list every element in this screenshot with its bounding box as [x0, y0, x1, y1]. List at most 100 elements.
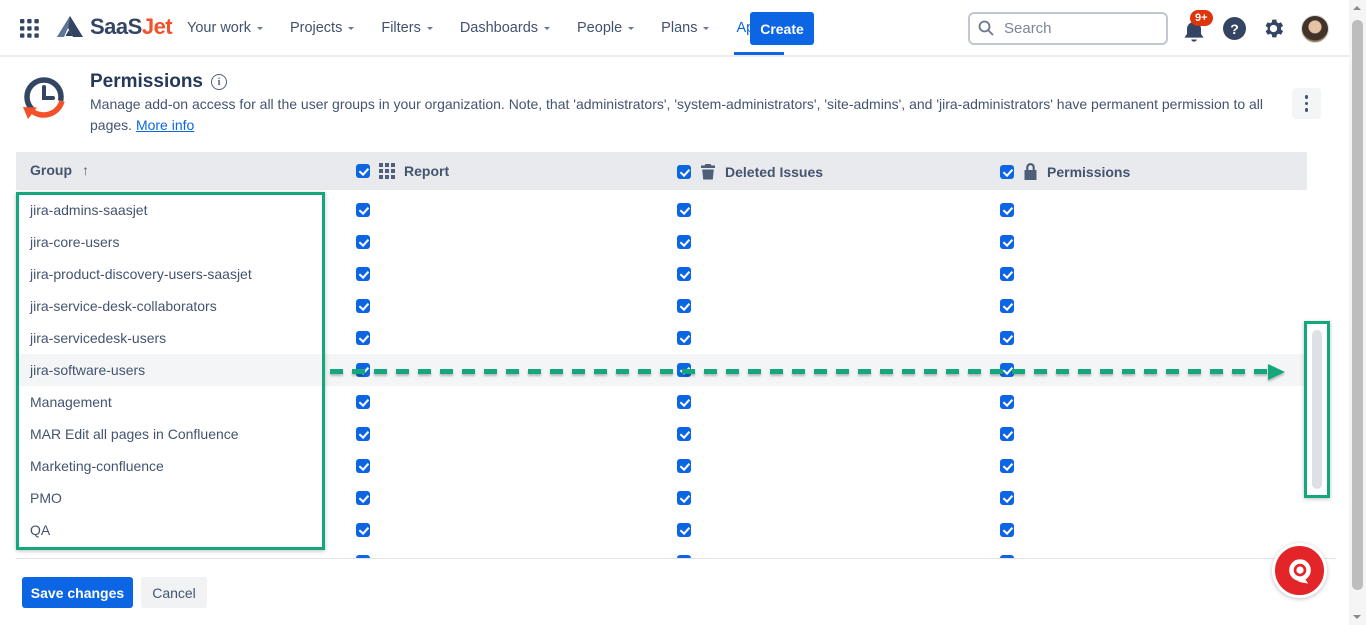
chat-widget-button[interactable] — [1272, 543, 1327, 598]
row-checkbox[interactable] — [677, 299, 691, 313]
inner-scrollbar-thumb[interactable] — [1312, 330, 1322, 489]
row-checkbox[interactable] — [677, 491, 691, 505]
table-body: jira-admins-saasjet jira-core-users jira-p… — [16, 190, 1307, 558]
chevron-down-icon — [257, 27, 263, 33]
nav-item-label: Projects — [290, 20, 342, 36]
column-label: Deleted Issues — [725, 164, 823, 180]
nav-item-filters[interactable]: Filters — [381, 0, 432, 55]
scroll-down-arrow-icon[interactable] — [1353, 615, 1361, 619]
nav-menu: Your work Projects Filters Dashboards People… — [187, 0, 782, 55]
table-row: PMO — [16, 482, 1307, 514]
row-checkbox[interactable] — [356, 235, 370, 249]
row-checkbox[interactable] — [1000, 427, 1014, 441]
column-header-deleted-issues: Deleted Issues — [677, 163, 823, 180]
row-checkbox[interactable] — [677, 267, 691, 281]
nav-item-your-work[interactable]: Your work — [187, 0, 263, 55]
info-icon[interactable]: i — [211, 74, 227, 90]
row-checkbox[interactable] — [677, 459, 691, 473]
app-switcher-icon[interactable] — [20, 19, 39, 38]
row-checkbox[interactable] — [1000, 395, 1014, 409]
row-checkbox[interactable] — [356, 203, 370, 217]
page-title: Permissions — [90, 71, 203, 93]
row-checkbox[interactable] — [356, 331, 370, 345]
create-button[interactable]: Create — [750, 12, 814, 45]
notification-badge: 9+ — [1190, 10, 1213, 26]
user-avatar[interactable] — [1301, 15, 1329, 43]
chevron-down-icon — [703, 27, 709, 33]
row-checkbox[interactable] — [356, 299, 370, 313]
column-checkbox-report[interactable] — [356, 164, 370, 178]
group-name: jira-core-users — [30, 234, 119, 250]
row-checkbox[interactable] — [677, 427, 691, 441]
description-text: Manage add-on access for all the user gr… — [90, 96, 1263, 133]
scrollbar-thumb[interactable] — [1352, 20, 1363, 590]
notifications-button[interactable]: 9+ — [1182, 14, 1208, 44]
group-column-header[interactable]: Group ↑ — [30, 162, 89, 178]
row-checkbox[interactable] — [356, 523, 370, 537]
row-checkbox[interactable] — [1000, 331, 1014, 345]
column-label: Report — [404, 163, 449, 179]
group-name: MAR Edit all pages in Confluence — [30, 426, 239, 442]
speech-bubble-icon — [1282, 553, 1318, 589]
row-checkbox[interactable] — [677, 523, 691, 537]
group-name: jira-product-discovery-users-saasjet — [30, 266, 252, 282]
kebab-dot — [1305, 95, 1309, 99]
row-checkbox[interactable] — [1000, 459, 1014, 473]
chevron-down-icon — [628, 27, 634, 33]
nav-item-people[interactable]: People — [577, 0, 634, 55]
group-name: jira-admins-saasjet — [30, 202, 147, 218]
row-checkbox[interactable] — [1000, 203, 1014, 217]
nav-item-label: Filters — [381, 20, 420, 36]
row-checkbox[interactable] — [1000, 267, 1014, 281]
page-description: Manage add-on access for all the user gr… — [90, 94, 1268, 136]
group-name: jira-servicedesk-users — [30, 330, 166, 346]
save-changes-button[interactable]: Save changes — [22, 577, 133, 608]
more-options-button[interactable] — [1292, 88, 1321, 119]
table-bottom-divider — [16, 558, 1336, 559]
row-checkbox[interactable] — [677, 203, 691, 217]
column-checkbox-deleted-issues[interactable] — [677, 165, 691, 179]
row-checkbox[interactable] — [1000, 523, 1014, 537]
row-checkbox[interactable] — [1000, 299, 1014, 313]
row-checkbox[interactable] — [356, 395, 370, 409]
row-checkbox[interactable] — [356, 427, 370, 441]
row-checkbox[interactable] — [677, 331, 691, 345]
column-header-report: Report — [356, 163, 449, 179]
group-name: jira-service-desk-collaborators — [30, 298, 217, 314]
browser-scrollbar[interactable] — [1349, 0, 1366, 625]
table-row: Marketing-confluence — [16, 450, 1307, 482]
table-row: jira-service-desk-collaborators — [16, 290, 1307, 322]
brand-logo[interactable]: SaaSJet — [56, 14, 172, 40]
nav-item-plans[interactable]: Plans — [661, 0, 709, 55]
row-checkbox[interactable] — [1000, 235, 1014, 249]
row-checkbox[interactable] — [1000, 491, 1014, 505]
permissions-table: Group ↑ Report Deleted — [16, 152, 1307, 558]
row-checkbox[interactable] — [677, 235, 691, 249]
trash-icon — [700, 163, 716, 180]
nav-item-label: Your work — [187, 20, 251, 36]
row-checkbox[interactable] — [356, 491, 370, 505]
nav-item-dashboards[interactable]: Dashboards — [460, 0, 550, 55]
group-name: Marketing-confluence — [30, 458, 164, 474]
sort-ascending-icon: ↑ — [82, 162, 89, 178]
table-row: Management — [16, 386, 1307, 418]
table-row: jira-servicedesk-users — [16, 322, 1307, 354]
cancel-button[interactable]: Cancel — [141, 577, 207, 608]
row-checkbox[interactable] — [356, 459, 370, 473]
row-checkbox[interactable] — [1000, 363, 1014, 377]
chevron-down-icon — [427, 27, 433, 33]
settings-button[interactable] — [1261, 16, 1286, 41]
row-checkbox[interactable] — [356, 363, 370, 377]
scroll-up-arrow-icon[interactable] — [1353, 6, 1361, 10]
nav-item-projects[interactable]: Projects — [290, 0, 354, 55]
table-row: MAR Edit all pages in Confluence — [16, 418, 1307, 450]
row-checkbox[interactable] — [356, 267, 370, 281]
search-input[interactable] — [968, 12, 1168, 45]
help-button[interactable]: ? — [1223, 17, 1246, 40]
more-info-link[interactable]: More info — [136, 117, 194, 133]
lock-icon — [1023, 163, 1038, 180]
row-checkbox[interactable] — [677, 363, 691, 377]
row-checkbox[interactable] — [677, 395, 691, 409]
table-row: jira-admins-saasjet — [16, 194, 1307, 226]
column-checkbox-permissions[interactable] — [1000, 165, 1014, 179]
